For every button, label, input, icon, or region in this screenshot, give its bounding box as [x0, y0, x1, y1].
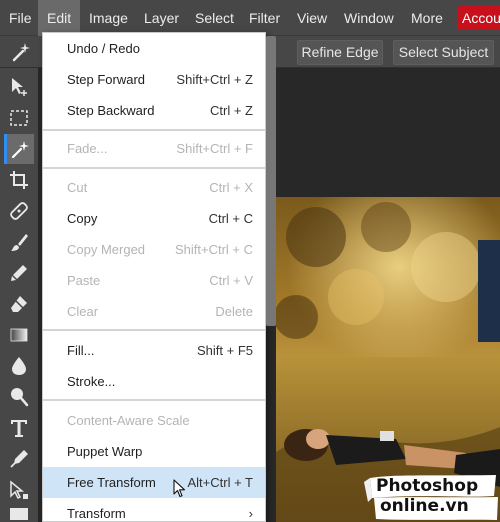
- tool-crop[interactable]: [4, 165, 34, 195]
- menu-item-label: Cut: [67, 180, 88, 195]
- select-subject-button[interactable]: Select Subject: [393, 40, 494, 65]
- clone-stamp-icon: [11, 265, 27, 281]
- tool-clone-stamp[interactable]: [4, 258, 34, 288]
- marquee-icon: [10, 110, 28, 126]
- menu-scrollbar-thumb[interactable]: [266, 36, 276, 326]
- tool-marquee[interactable]: [4, 103, 34, 133]
- tool-gradient[interactable]: [4, 320, 34, 350]
- dodge-icon: [11, 388, 29, 407]
- type-icon: [11, 420, 27, 437]
- menu-separator: [43, 329, 265, 331]
- menu-item-label: Fill...: [67, 343, 95, 358]
- eraser-icon: [11, 296, 27, 312]
- tool-magic-wand[interactable]: [4, 134, 34, 164]
- menu-item-step-forward[interactable]: Step Forward Shift+Ctrl + Z: [43, 64, 265, 95]
- tool-blur[interactable]: [4, 351, 34, 381]
- menu-item-content-aware-scale[interactable]: Content-Aware Scale: [43, 405, 265, 436]
- menu-item-step-backward[interactable]: Step Backward Ctrl + Z: [43, 95, 265, 126]
- menu-item-label: Copy Merged: [67, 242, 146, 257]
- refine-edge-button[interactable]: Refine Edge: [297, 40, 383, 65]
- menu-image[interactable]: Image: [89, 0, 128, 36]
- menu-item-label: Clear: [67, 304, 99, 319]
- menu-item-label: Content-Aware Scale: [67, 413, 190, 428]
- gradient-icon: [10, 328, 28, 342]
- menu-item-label: Undo / Redo: [67, 41, 140, 56]
- watermark-line2: online.vn: [380, 496, 469, 516]
- tool-preset-icon[interactable]: [8, 38, 34, 64]
- tool-pen[interactable]: [4, 444, 34, 474]
- tool-rectangle[interactable]: [4, 488, 34, 522]
- magic-wand-icon: [11, 141, 29, 159]
- healing-icon: [10, 202, 28, 220]
- tool-healing[interactable]: [4, 196, 34, 226]
- menu-item-fill[interactable]: Fill... Shift + F5: [43, 335, 265, 366]
- pen-icon: [10, 450, 28, 468]
- menu-separator: [43, 167, 265, 169]
- menu-bar: File Edit Image Layer Select Filter View…: [0, 0, 500, 36]
- menu-edit[interactable]: Edit: [38, 0, 81, 36]
- menu-file[interactable]: File: [9, 0, 32, 36]
- menu-item-label: Transform: [67, 506, 126, 521]
- menu-item-shortcut: Alt+Ctrl + T: [187, 475, 253, 490]
- menu-item-label: Puppet Warp: [67, 444, 143, 459]
- menu-item-transform[interactable]: Transform ›: [43, 498, 265, 521]
- menu-filter[interactable]: Filter: [249, 0, 280, 36]
- menu-item-label: Copy: [67, 211, 98, 226]
- move-icon: [12, 78, 27, 96]
- menu-item-paste[interactable]: Paste Ctrl + V: [43, 265, 265, 296]
- menu-item-stroke[interactable]: Stroke...: [43, 366, 265, 397]
- menu-item-fade[interactable]: Fade... Shift+Ctrl + F: [43, 133, 265, 164]
- tool-move[interactable]: [4, 72, 34, 102]
- menu-item-shortcut: Ctrl + V: [209, 273, 253, 288]
- menu-window[interactable]: Window: [344, 0, 394, 36]
- menu-item-copy[interactable]: Copy Ctrl + C: [43, 203, 265, 234]
- menu-layer[interactable]: Layer: [144, 0, 179, 36]
- tool-dodge[interactable]: [4, 382, 34, 412]
- menu-item-shortcut: Ctrl + C: [208, 211, 253, 226]
- menu-item-clear[interactable]: Clear Delete: [43, 296, 265, 327]
- watermark-line1: Photoshop: [376, 476, 479, 496]
- edit-dropdown-menu: Undo / Redo Step Forward Shift+Ctrl + Z …: [42, 32, 266, 522]
- mouse-cursor-icon: [173, 479, 186, 498]
- submenu-arrow-icon: ›: [248, 506, 253, 521]
- menu-item-label: Step Forward: [67, 72, 146, 87]
- tool-eraser[interactable]: [4, 289, 34, 319]
- menu-item-shortcut: Ctrl + X: [209, 180, 253, 195]
- menu-separator: [43, 399, 265, 401]
- menu-item-copy-merged[interactable]: Copy Merged Shift+Ctrl + C: [43, 234, 265, 265]
- menu-item-free-transform[interactable]: Free Transform Alt+Ctrl + T: [43, 467, 265, 498]
- menu-item-label: Step Backward: [67, 103, 155, 118]
- account-button[interactable]: Account: [457, 6, 500, 30]
- menu-item-label: Fade...: [67, 141, 108, 156]
- menu-view[interactable]: View: [297, 0, 327, 36]
- menu-item-puppet-warp[interactable]: Puppet Warp: [43, 436, 265, 467]
- rectangle-icon: [10, 508, 28, 520]
- menu-item-cut[interactable]: Cut Ctrl + X: [43, 172, 265, 203]
- tool-brush[interactable]: [4, 227, 34, 257]
- tool-type[interactable]: [4, 413, 34, 443]
- menu-item-shortcut: Shift+Ctrl + Z: [176, 72, 253, 87]
- menu-item-shortcut: Shift+Ctrl + C: [174, 242, 253, 257]
- blur-icon: [12, 357, 26, 375]
- menu-item-label: Free Transform: [67, 475, 156, 490]
- menu-item-shortcut: Delete: [215, 304, 253, 319]
- menu-item-shortcut: Ctrl + Z: [210, 103, 253, 118]
- menu-item-undo-redo[interactable]: Undo / Redo: [43, 33, 265, 64]
- menu-separator: [43, 129, 265, 131]
- menu-item-label: Paste: [67, 273, 101, 288]
- crop-icon: [10, 171, 28, 189]
- menu-item-label: Stroke...: [67, 374, 116, 389]
- menu-item-shortcut: Shift + F5: [197, 343, 253, 358]
- brush-icon: [11, 234, 28, 251]
- menu-item-shortcut: Shift+Ctrl + F: [176, 141, 253, 156]
- magic-wand-icon: [12, 43, 30, 62]
- tool-bar: [0, 68, 38, 522]
- menu-select[interactable]: Select: [195, 0, 234, 36]
- menu-more[interactable]: More: [411, 0, 443, 36]
- photoshop-online-watermark: Photoshop online.vn: [364, 472, 500, 522]
